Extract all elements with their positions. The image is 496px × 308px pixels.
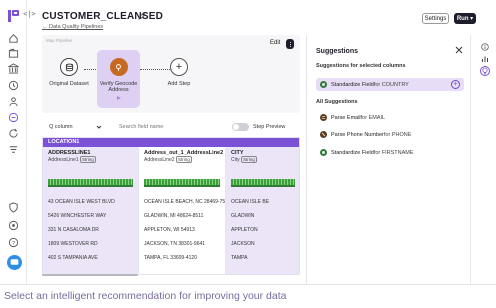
table-cell[interactable]: OCEAN ISLE BEACH, NC 28469-7522	[139, 195, 225, 209]
add-suggestion-icon[interactable]: +	[451, 80, 460, 89]
column-type: AddressLine2 String	[144, 156, 192, 163]
suggestion-name: Standardize Field	[331, 81, 374, 88]
chevron-down-icon	[96, 125, 101, 129]
right-tool-rail	[470, 35, 496, 284]
data-grid: LOCATION1 ADDRESSLINE1 AddressLine1 Stri…	[42, 137, 300, 275]
phone-icon	[320, 131, 327, 138]
suggestion-card-selected[interactable]: Standardize Field for COUNTRY +	[316, 78, 464, 91]
table-cell[interactable]: OCEAN ISLE BE	[226, 195, 299, 209]
suggestions-panel: Suggestions Suggestions for selected col…	[306, 35, 466, 284]
grid-column-city[interactable]: CITY City String OCEAN ISLE BE GLADWIN A…	[226, 147, 299, 274]
suggestion-target: for COUNTRY	[373, 81, 409, 88]
table-cell[interactable]: JACKSON, TN 38301-9641	[139, 237, 225, 251]
chat-icon[interactable]	[7, 255, 22, 270]
step-preview-toggle[interactable]	[232, 123, 249, 131]
toggle-knob	[233, 124, 239, 130]
app-window: ? <|> CUSTOMER_CLEANSED ← Data Quality P…	[0, 0, 496, 285]
step-preview-label: Step Preview	[253, 124, 286, 130]
status-flag-icon	[116, 96, 121, 100]
parse-icon	[320, 114, 327, 121]
suggestion-name: Standardize Field	[331, 149, 374, 156]
app-code-icon[interactable]: <|>	[23, 10, 36, 18]
node-label: Original Dataset	[49, 81, 89, 87]
home-icon[interactable]	[7, 32, 20, 45]
chart-icon[interactable]	[480, 54, 490, 64]
node-label: Verify Geocode Address	[99, 81, 138, 93]
suggestion-target: for PHONE	[383, 131, 412, 138]
column-group-header: LOCATION1	[43, 138, 299, 147]
brand-logo-icon[interactable]	[7, 9, 21, 23]
all-suggestions-heading: All Suggestions	[316, 99, 358, 105]
suggestion-target: for FIRSTNAME	[373, 149, 414, 156]
pipeline-canvas: Map Pipeline Edit Original Dataset Verif…	[42, 35, 300, 113]
table-cell[interactable]: APPLETON, WI 54913	[139, 223, 225, 237]
settings-icon[interactable]	[7, 219, 20, 232]
filter-icon[interactable]	[7, 143, 20, 156]
quality-bar	[48, 179, 133, 187]
table-cell[interactable]: GLADWIN	[226, 209, 299, 223]
geocode-icon	[109, 58, 128, 76]
table-cell[interactable]: 402 S TAMPANIA AVE	[43, 251, 138, 265]
table-cell[interactable]: 5426 WINCHESTER WAY	[43, 209, 138, 223]
canvas-edit-button[interactable]: Edit	[270, 40, 280, 46]
table-cell[interactable]: TAMPA	[226, 251, 299, 265]
horizontal-scrollbar[interactable]	[42, 274, 138, 276]
table-cell[interactable]: GLADWIN, MI 48624-8511	[139, 209, 225, 223]
suggestion-name: Parse Phone Number	[331, 131, 384, 138]
history-icon[interactable]	[7, 79, 20, 92]
users-icon[interactable]	[7, 95, 20, 108]
settings-button[interactable]: Settings	[422, 13, 449, 24]
info-icon[interactable]	[480, 42, 490, 52]
column-type: AddressLine1 String	[48, 156, 96, 163]
lightbulb-icon[interactable]	[480, 66, 490, 76]
refresh-icon[interactable]	[7, 127, 20, 140]
column-type: City String	[231, 156, 257, 163]
svg-text:?: ?	[12, 241, 15, 247]
run-button[interactable]: Run ▾	[454, 13, 476, 24]
column-name: CITY	[231, 150, 244, 156]
table-cell[interactable]: APPLETON	[226, 223, 299, 237]
suggestion-item[interactable]: Standardize Field for FIRSTNAME	[320, 149, 414, 156]
search-input[interactable]	[119, 122, 199, 132]
pipeline-node-add-step[interactable]: + Add Step	[154, 58, 204, 87]
table-cell[interactable]: JACKSON	[226, 237, 299, 251]
pipeline-node-original-dataset[interactable]: Original Dataset	[44, 58, 94, 87]
close-icon[interactable]	[455, 46, 463, 54]
plus-icon: +	[170, 58, 188, 76]
bank-icon[interactable]	[7, 62, 20, 75]
suggestion-target: for EMAIL	[360, 114, 386, 121]
shield-icon[interactable]	[7, 201, 20, 214]
selected-columns-heading: Suggestions for selected columns	[316, 63, 406, 69]
table-cell[interactable]: 43 OCEAN ISLE WEST BLVD	[43, 195, 138, 209]
standardize-icon	[320, 81, 327, 88]
search-scope-label: Q column	[49, 124, 73, 130]
panel-title: Suggestions	[316, 48, 359, 55]
grid-toolbar: Q column Step Preview	[42, 119, 300, 134]
folder-icon[interactable]	[7, 47, 20, 60]
caption: Select an intelligent recommendation for…	[4, 290, 287, 302]
edit-title-icon[interactable]	[138, 12, 146, 20]
suggestion-item[interactable]: Parse Phone Number for PHONE	[320, 131, 411, 138]
grid-column-addressline2[interactable]: Address_out_1_AddressLine2 AddressLine2 …	[139, 147, 226, 274]
suggestion-name: Parse Email	[331, 114, 361, 121]
database-icon	[60, 58, 78, 76]
standardize-icon	[320, 149, 327, 156]
canvas-label: Map Pipeline	[46, 38, 73, 43]
table-cell[interactable]: TAMPA, FL 33609-4120	[139, 251, 225, 265]
table-cell[interactable]: 331 N CASALOMA DR	[43, 223, 138, 237]
suggestion-item[interactable]: Parse Email for EMAIL	[320, 114, 385, 121]
left-nav-rail: ?	[0, 0, 27, 284]
more-options-icon[interactable]	[286, 39, 294, 49]
table-cell[interactable]: 1809 WESTOVER RD	[43, 237, 138, 251]
pipeline-node-verify-geocode[interactable]: Verify Geocode Address	[97, 50, 140, 108]
breadcrumb-back-link[interactable]: ← Data Quality Pipelines	[42, 24, 103, 30]
pipeline-icon[interactable]	[7, 111, 20, 124]
node-label: Add Step	[167, 81, 191, 87]
quality-bar	[231, 179, 295, 187]
help-icon[interactable]: ?	[7, 236, 20, 249]
grid-column-addressline1[interactable]: ADDRESSLINE1 AddressLine1 String 43 OCEA…	[43, 147, 139, 274]
quality-bar	[144, 179, 220, 187]
